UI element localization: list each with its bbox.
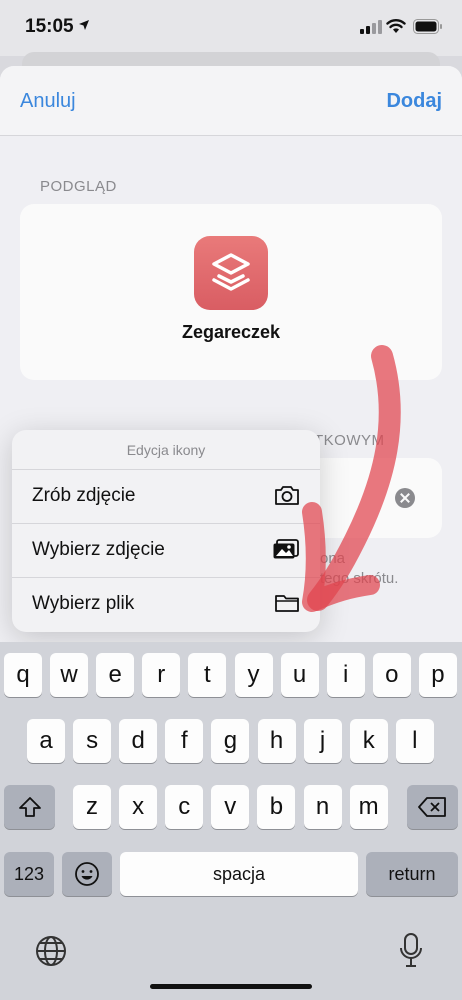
key-e[interactable]: e	[96, 653, 135, 697]
preview-section-label: PODGLĄD	[40, 178, 117, 195]
home-indicator	[150, 984, 312, 989]
shortcuts-layers-icon	[212, 253, 250, 291]
globe-icon[interactable]	[34, 934, 68, 968]
backspace-key[interactable]	[407, 785, 458, 829]
home-screen-section-label: TKOWYM	[314, 432, 385, 449]
space-key[interactable]: spacja	[120, 852, 358, 896]
key-g[interactable]: g	[211, 719, 250, 763]
backspace-icon	[417, 797, 446, 817]
key-t[interactable]: t	[188, 653, 227, 697]
key-f[interactable]: f	[165, 719, 204, 763]
key-h[interactable]: h	[257, 719, 296, 763]
key-k[interactable]: k	[349, 719, 388, 763]
emoji-key[interactable]	[62, 852, 112, 896]
key-x[interactable]: x	[119, 785, 158, 829]
hint-text-line2: tego skrótu.	[320, 570, 399, 587]
add-button[interactable]: Dodaj	[386, 90, 442, 113]
menu-title: Edycja ikony	[12, 430, 320, 470]
shortcut-name: Zegareczek	[181, 322, 281, 342]
microphone-icon[interactable]	[398, 932, 424, 970]
menu-item-choose-file[interactable]: Wybierz plik	[12, 578, 320, 632]
key-b[interactable]: b	[257, 785, 296, 829]
key-r[interactable]: r	[142, 653, 181, 697]
key-o[interactable]: o	[372, 653, 411, 697]
folder-icon	[275, 595, 299, 612]
key-w[interactable]: w	[50, 653, 89, 697]
key-u[interactable]: u	[280, 653, 319, 697]
key-p[interactable]: p	[418, 653, 457, 697]
key-d[interactable]: d	[119, 719, 158, 763]
status-time: 15:05	[25, 16, 74, 37]
sheet-navbar: Anuluj Dodaj	[0, 66, 462, 136]
numbers-key[interactable]: 123	[4, 852, 54, 896]
key-l[interactable]: l	[395, 719, 434, 763]
edit-icon-menu: Edycja ikony Zrób zdjęcie Wybierz zdjęci…	[12, 430, 320, 632]
cellular-signal-icon	[360, 20, 382, 34]
key-a[interactable]: a	[27, 719, 65, 763]
status-bar: 15:05	[0, 0, 462, 56]
key-j[interactable]: j	[303, 719, 342, 763]
shortcut-app-icon[interactable]	[194, 236, 268, 310]
key-m[interactable]: m	[349, 785, 388, 829]
hint-text-line1: ona	[320, 550, 346, 567]
key-n[interactable]: n	[303, 785, 342, 829]
camera-icon	[275, 486, 299, 505]
menu-item-label: Wybierz zdjęcie	[32, 539, 165, 560]
shift-key[interactable]	[4, 785, 55, 829]
preview-card: Zegareczek	[20, 204, 442, 380]
key-c[interactable]: c	[165, 785, 204, 829]
menu-item-choose-photo[interactable]: Wybierz zdjęcie	[12, 524, 320, 578]
menu-item-label: Wybierz plik	[32, 593, 135, 614]
clear-text-icon[interactable]	[395, 488, 415, 508]
key-i[interactable]: i	[326, 653, 365, 697]
shift-icon	[18, 797, 41, 817]
battery-icon	[413, 19, 442, 34]
wifi-icon	[386, 19, 406, 33]
cancel-button[interactable]: Anuluj	[20, 90, 76, 113]
key-q[interactable]: q	[4, 653, 42, 697]
key-z[interactable]: z	[73, 785, 111, 829]
key-v[interactable]: v	[211, 785, 250, 829]
return-key[interactable]: return	[366, 852, 458, 896]
menu-item-take-photo[interactable]: Zrób zdjęcie	[12, 470, 320, 524]
key-s[interactable]: s	[73, 719, 112, 763]
emoji-icon	[75, 862, 99, 886]
location-icon	[79, 20, 89, 30]
photos-icon	[273, 539, 299, 559]
menu-item-label: Zrób zdjęcie	[32, 485, 136, 506]
key-y[interactable]: y	[234, 653, 273, 697]
